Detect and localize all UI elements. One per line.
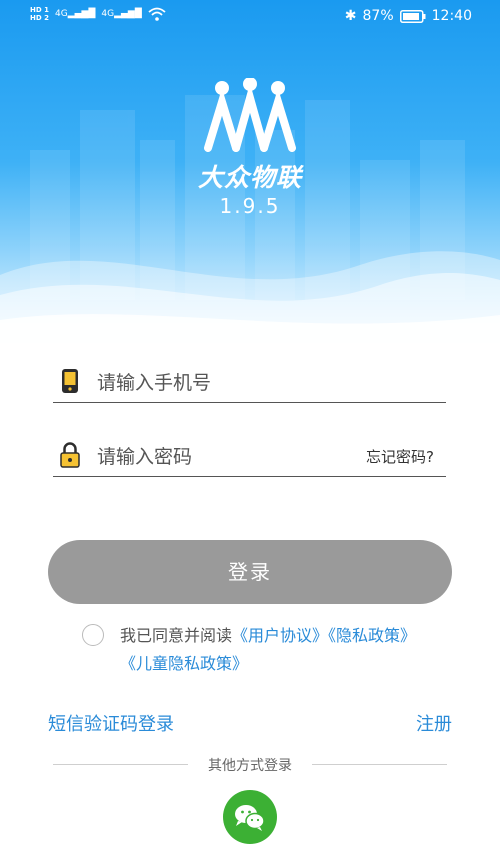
battery-percent: 87%: [362, 8, 394, 24]
wifi-icon: [148, 7, 166, 21]
agreement-checkbox[interactable]: [82, 624, 104, 646]
password-field[interactable]: 请输入密码 忘记密码?: [53, 432, 446, 477]
sms-login-link[interactable]: 短信验证码登录: [48, 710, 174, 736]
lock-icon: [60, 442, 80, 468]
register-link[interactable]: 注册: [416, 710, 452, 736]
privacy-policy-link[interactable]: 《隐私政策》: [328, 626, 416, 645]
hero-banner: HD 1 HD 2 4G▂▄▆█ 4G▂▄▆█ ✱ 87% 12:40 大众物联…: [0, 0, 500, 360]
signal-icon: 4G▂▄▆█: [54, 9, 96, 19]
password-input[interactable]: 请输入密码: [97, 442, 192, 469]
signal-icon-2: 4G▂▄▆█: [101, 9, 142, 19]
brand-name: 大众物联: [197, 163, 302, 192]
wave-decoration: [0, 251, 500, 360]
hd-indicator: HD 1 HD 2: [30, 6, 49, 22]
phone-input[interactable]: 请输入手机号: [97, 368, 211, 395]
wechat-login-button[interactable]: [223, 790, 277, 844]
app-logo-icon: [204, 78, 296, 152]
forgot-password-link[interactable]: 忘记密码?: [366, 446, 434, 467]
other-login-divider: 其他方式登录: [53, 758, 447, 774]
app-version: 1.9.5: [219, 194, 281, 218]
bluetooth-icon: ✱: [344, 8, 357, 24]
clock: 12:40: [431, 8, 472, 24]
phone-icon: [62, 369, 78, 393]
wechat-icon: [235, 805, 265, 831]
agreement-text: 我已同意并阅读《用户协议》《隐私政策》《儿童隐私政策》: [120, 626, 417, 673]
other-login-label: 其他方式登录: [208, 758, 292, 774]
status-bar: HD 1 HD 2 4G▂▄▆█ 4G▂▄▆█ ✱ 87% 12:40: [0, 0, 500, 36]
phone-field[interactable]: 请输入手机号: [53, 358, 446, 403]
user-agreement-link[interactable]: 《用户协议》: [232, 626, 328, 645]
battery-icon: [399, 9, 426, 23]
login-button[interactable]: 登录: [48, 540, 452, 604]
child-privacy-policy-link[interactable]: 《儿童隐私政策》: [120, 654, 248, 673]
